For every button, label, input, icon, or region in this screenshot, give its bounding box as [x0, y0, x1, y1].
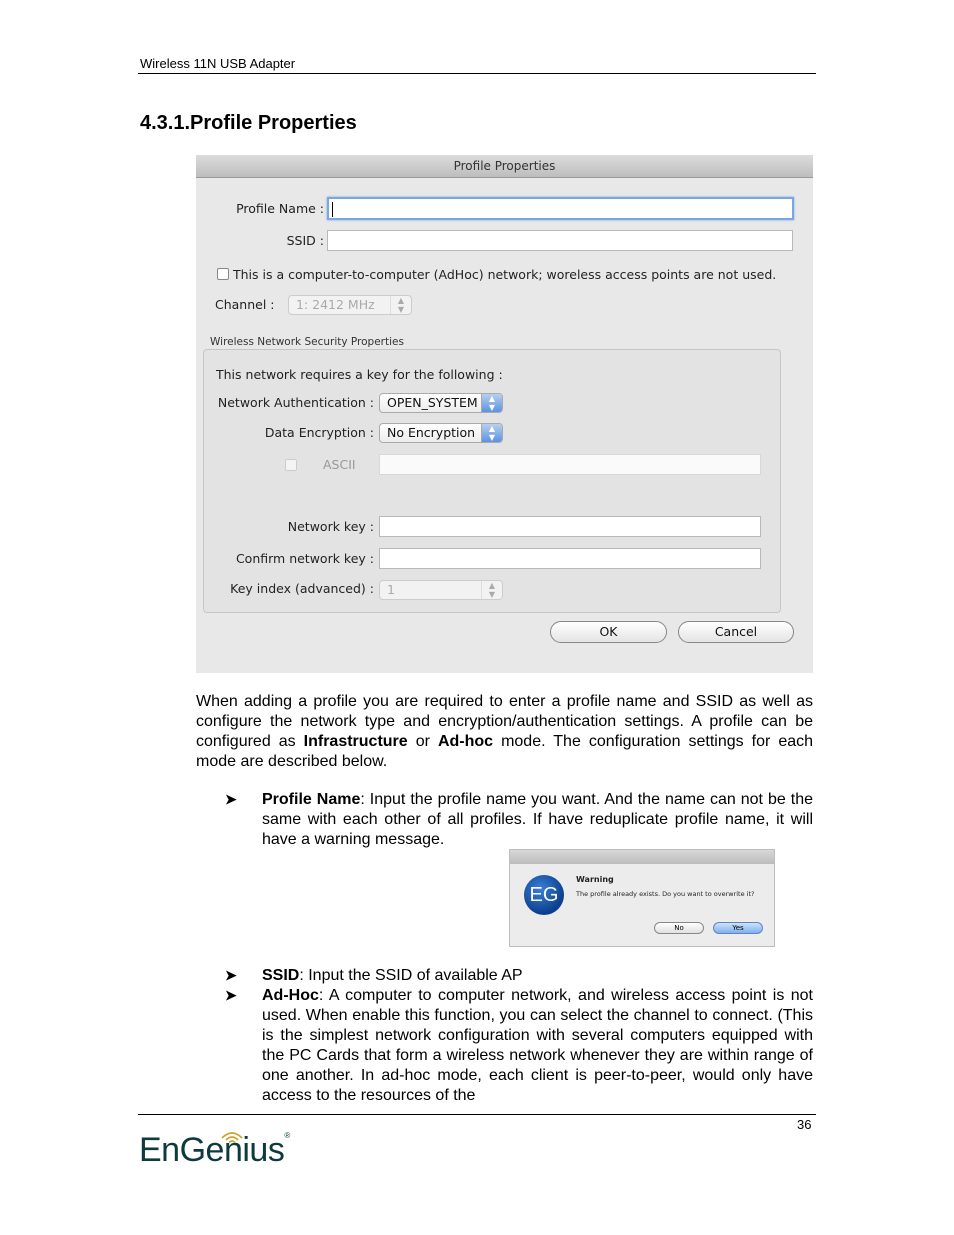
- confirm-key-input[interactable]: [379, 548, 761, 569]
- engenius-logo-icon: EG: [524, 875, 564, 915]
- yes-button[interactable]: Yes: [713, 922, 763, 934]
- stepper-arrows-icon: ▲ ▼: [481, 394, 502, 412]
- bullet-arrow-icon: ➤: [225, 791, 237, 807]
- header-rule: [138, 73, 816, 74]
- key-index-value: 1: [387, 582, 395, 597]
- confirm-key-label: Confirm network key :: [235, 551, 374, 566]
- network-key-label: Network key :: [287, 519, 374, 534]
- channel-value: 1: 2412 MHz: [296, 297, 375, 312]
- no-button[interactable]: No: [654, 922, 704, 934]
- ascii-label: ASCII: [323, 457, 356, 472]
- bullet-term: SSID: [262, 967, 300, 984]
- security-group-title: Wireless Network Security Properties: [210, 336, 404, 348]
- wifi-signal-icon: [221, 1132, 243, 1144]
- adhoc-checkbox-label: This is a computer-to-computer (AdHoc) n…: [233, 267, 777, 282]
- encryption-select[interactable]: No Encryption ▲ ▼: [379, 423, 503, 443]
- security-group: [203, 349, 781, 613]
- auth-select[interactable]: OPEN_SYSTEM ▲ ▼: [379, 393, 503, 413]
- adhoc-term: Ad-hoc: [437, 733, 494, 750]
- key-index-select[interactable]: 1 ▲ ▼: [379, 580, 503, 600]
- warning-title: Warning: [576, 875, 614, 884]
- bullet-arrow-icon: ➤: [225, 967, 237, 983]
- bullet-term: Profile Name: [262, 791, 361, 808]
- encryption-label: Data Encryption :: [264, 425, 374, 440]
- stepper-arrows-icon: ▲ ▼: [481, 424, 502, 442]
- registered-mark: ®: [284, 1131, 290, 1140]
- footer-rule: [138, 1114, 816, 1115]
- section-title: 4.3.1.Profile Properties: [140, 112, 357, 134]
- bullet-adhoc: Ad-Hoc: A computer to computer network, …: [262, 986, 813, 1106]
- network-key-input[interactable]: [379, 516, 761, 537]
- bullet-term: Ad-Hoc: [262, 987, 319, 1004]
- page-number: 36: [797, 1117, 812, 1132]
- stepper-arrows-icon: ▲ ▼: [481, 581, 502, 599]
- bullet-desc: : A computer to computer network, and wi…: [262, 987, 813, 1104]
- cancel-button[interactable]: Cancel: [678, 621, 794, 643]
- profile-name-input[interactable]: [327, 197, 794, 220]
- channel-label: Channel :: [215, 297, 275, 312]
- requires-key-text: This network requires a key for the foll…: [216, 367, 503, 382]
- dialog-title: Profile Properties: [196, 155, 813, 178]
- auth-label: Network Authentication :: [217, 395, 374, 410]
- text-caret: [332, 202, 333, 217]
- ok-button[interactable]: OK: [550, 621, 667, 643]
- intro-text: or: [407, 733, 438, 750]
- bullet-desc: : Input the SSID of available AP: [299, 967, 523, 984]
- channel-select[interactable]: 1: 2412 MHz ▲ ▼: [288, 295, 412, 315]
- warning-message: The profile already exists. Do you want …: [576, 890, 755, 898]
- warning-dialog: EG Warning The profile already exists. D…: [509, 849, 775, 947]
- ssid-label: SSID :: [286, 233, 324, 248]
- warning-titlebar: [510, 850, 774, 864]
- profile-properties-dialog: Profile Properties Profile Name : SSID :…: [196, 155, 813, 673]
- encryption-value: No Encryption: [387, 425, 476, 440]
- running-header: Wireless 11N USB Adapter: [140, 56, 296, 71]
- engenius-logo: EnGenius®: [139, 1131, 290, 1170]
- ssid-input[interactable]: [327, 230, 793, 251]
- intro-paragraph: When adding a profile you are required t…: [196, 692, 813, 772]
- logo-text: EnGenius: [139, 1131, 285, 1169]
- bullet-profile-name: Profile Name: Input the profile name you…: [262, 790, 813, 850]
- infrastructure-term: Infrastructure: [303, 733, 408, 750]
- key-index-label: Key index (advanced) :: [230, 581, 374, 596]
- auth-value: OPEN_SYSTEM: [387, 395, 478, 410]
- adhoc-checkbox[interactable]: [217, 268, 229, 280]
- ascii-checkbox[interactable]: [285, 459, 297, 471]
- bullet-ssid: SSID: Input the SSID of available AP: [262, 966, 813, 986]
- stepper-arrows-icon: ▲ ▼: [390, 296, 411, 314]
- ascii-input[interactable]: [379, 454, 761, 475]
- profile-name-label: Profile Name :: [236, 201, 324, 216]
- bullet-arrow-icon: ➤: [225, 987, 237, 1003]
